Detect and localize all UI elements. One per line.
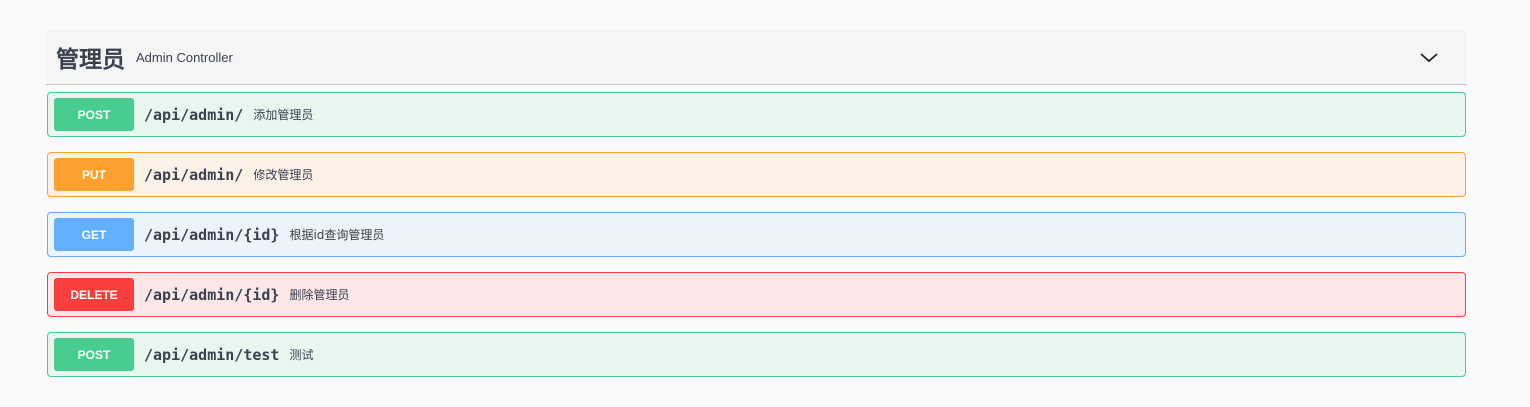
tag-name: 管理员 xyxy=(56,47,125,73)
method-badge: PUT xyxy=(54,158,134,191)
method-badge: DELETE xyxy=(54,278,134,311)
operation-summary: 根据id查询管理员 xyxy=(289,228,385,242)
operation-summary: 修改管理员 xyxy=(253,168,314,182)
chevron-down-icon[interactable] xyxy=(1419,48,1439,68)
tag-description: Admin Controller xyxy=(136,49,233,65)
operation-path: /api/admin/{id} xyxy=(144,225,280,244)
operation-summary: 测试 xyxy=(289,348,314,362)
admin-controller-section: 管理员 Admin Controller POST /api/admin/ 添加… xyxy=(46,30,1467,377)
method-badge: GET xyxy=(54,218,134,251)
operation-put[interactable]: PUT /api/admin/ 修改管理员 xyxy=(47,152,1466,197)
method-badge: POST xyxy=(54,338,134,371)
operation-delete[interactable]: DELETE /api/admin/{id} 删除管理员 xyxy=(47,272,1466,317)
operation-path: /api/admin/test xyxy=(144,345,280,364)
operation-summary: 添加管理员 xyxy=(253,108,314,122)
operation-post[interactable]: POST /api/admin/ 添加管理员 xyxy=(47,92,1466,137)
operation-path: /api/admin/{id} xyxy=(144,285,280,304)
operation-post[interactable]: POST /api/admin/test 测试 xyxy=(47,332,1466,377)
operation-path: /api/admin/ xyxy=(144,165,244,184)
operation-path: /api/admin/ xyxy=(144,105,244,124)
operation-get[interactable]: GET /api/admin/{id} 根据id查询管理员 xyxy=(47,212,1466,257)
method-badge: POST xyxy=(54,98,134,131)
tag-header-admin[interactable]: 管理员 Admin Controller xyxy=(46,30,1467,85)
operation-summary: 删除管理员 xyxy=(289,288,350,302)
